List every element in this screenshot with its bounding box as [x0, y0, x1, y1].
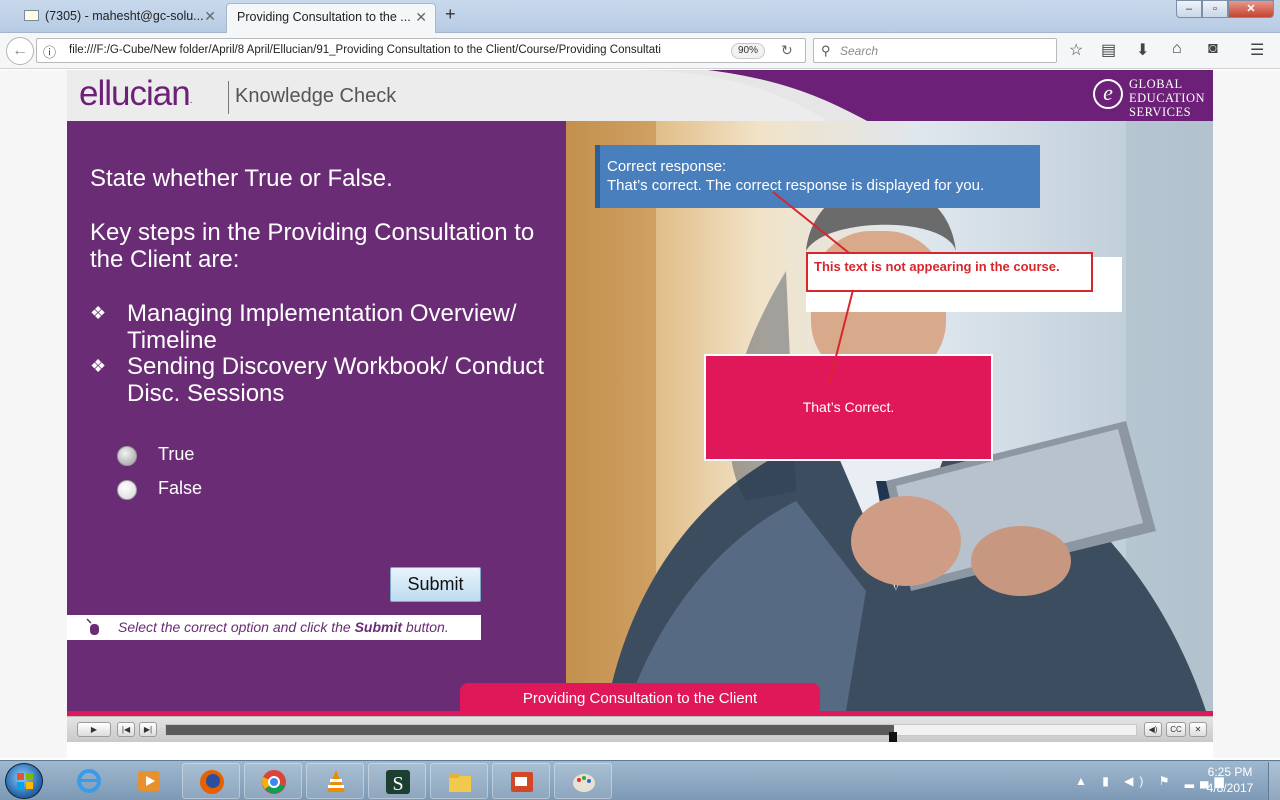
bullet-item: ❖ Sending Discovery Workbook/ Conduct Di… — [90, 353, 570, 407]
address-bar[interactable]: ⓘ file:///F:/G-Cube/New folder/April/8 A… — [36, 38, 806, 63]
callout-accent — [595, 145, 600, 208]
close-player-button[interactable]: ✕ — [1189, 722, 1207, 737]
reload-icon[interactable]: ↻ — [781, 42, 793, 59]
url-text[interactable]: file:///F:/G-Cube/New folder/April/8 Apr… — [69, 44, 709, 56]
ges-line-1: GLOBAL — [1129, 77, 1183, 91]
volume-icon[interactable]: ◀) — [1144, 722, 1162, 737]
correct-response-callout: Correct response: That’s correct. The co… — [595, 145, 1040, 208]
rewind-button[interactable]: |◀ — [117, 722, 135, 737]
correct-response-title: Correct response: — [607, 158, 727, 175]
search-input[interactable]: ⚲ Search — [813, 38, 1057, 63]
radio-false-label[interactable]: False — [158, 478, 202, 499]
paint-icon[interactable] — [554, 763, 612, 799]
scribe-icon[interactable]: S — [368, 763, 426, 799]
close-window-button[interactable]: ✕ — [1228, 0, 1274, 18]
course-header: ellucian. Knowledge Check e GLOBAL EDUCA… — [67, 70, 1213, 121]
question-prompt: Key steps in the Providing Consultation … — [90, 219, 535, 273]
menu-icon[interactable]: ☰ — [1250, 40, 1264, 60]
header-divider — [228, 81, 229, 114]
submit-button[interactable]: Submit — [390, 567, 481, 602]
bullet-text: Managing Implementation Overview/ Timeli… — [127, 300, 517, 354]
vlc-icon[interactable] — [306, 763, 364, 799]
closed-caption-button[interactable]: CC — [1166, 722, 1186, 737]
new-tab-button[interactable]: + — [445, 4, 456, 25]
tab-course-label: Providing Consultation to the ... — [237, 10, 411, 24]
radio-true[interactable] — [117, 446, 137, 466]
maximize-window-button[interactable]: ▫ — [1202, 0, 1228, 18]
pocket-icon[interactable]: ◙ — [1208, 40, 1218, 58]
mouse-icon — [86, 618, 99, 635]
logo-text: ellucian — [79, 74, 191, 113]
back-button[interactable]: ← — [6, 37, 34, 65]
home-icon[interactable]: ⌂ — [1172, 40, 1182, 58]
file-explorer-icon[interactable] — [430, 763, 488, 799]
internet-explorer-icon[interactable] — [60, 763, 116, 799]
start-button[interactable] — [5, 763, 43, 799]
progress-bar[interactable] — [165, 724, 1137, 736]
tab-close-icon[interactable]: ✕ — [204, 3, 216, 29]
forward-button[interactable]: ▶| — [139, 722, 157, 737]
hint-bold: Submit — [354, 619, 403, 635]
browser-tab-bar: (7305) - mahesht@gc-solu... ✕ Providing … — [0, 0, 1280, 33]
review-annotation-note: This text is not appearing in the course… — [806, 252, 1093, 292]
play-button[interactable]: ▶ — [77, 722, 111, 737]
player-controls: ▶ |◀ ▶| ◀) CC ✕ — [67, 716, 1213, 742]
hint-text: Select the correct option and click the … — [118, 619, 449, 635]
tab-email-label: (7305) - mahesht@gc-solu... — [45, 9, 204, 23]
mail-icon — [24, 10, 39, 21]
presentation-app-icon[interactable] — [492, 763, 550, 799]
svg-text:S: S — [392, 773, 403, 795]
diamond-bullet-icon: ❖ — [90, 356, 107, 376]
ges-line-3: SERVICES — [1129, 105, 1192, 119]
question-instruction: State whether True or False. — [90, 165, 393, 192]
instruction-hint-bar: Select the correct option and click the … — [67, 615, 481, 640]
bookmark-star-icon[interactable]: ☆ — [1069, 40, 1083, 60]
media-player-icon[interactable] — [120, 763, 176, 799]
correct-response-text: That’s correct. The correct response is … — [607, 177, 985, 194]
feedback-box: That’s Correct. — [704, 354, 993, 461]
bullet-item: ❖ Managing Implementation Overview/ Time… — [90, 300, 570, 354]
page-margin-right — [1213, 70, 1280, 758]
page-margin-left — [0, 70, 67, 758]
hint-prefix: Select the correct option and click the — [118, 619, 355, 635]
radio-true-label[interactable]: True — [158, 444, 194, 465]
course-player: ellucian. Knowledge Check e GLOBAL EDUCA… — [67, 70, 1213, 742]
info-icon[interactable]: ⓘ — [43, 42, 56, 61]
tab-email[interactable]: (7305) - mahesht@gc-solu... ✕ — [14, 3, 224, 33]
browser-nav-bar: ← ⓘ file:///F:/G-Cube/New folder/April/8… — [0, 33, 1280, 69]
tab-close-icon[interactable]: ✕ — [415, 4, 427, 30]
show-desktop-button[interactable] — [1268, 762, 1280, 800]
minimize-window-button[interactable]: – — [1176, 0, 1202, 18]
diamond-bullet-icon: ❖ — [90, 303, 107, 323]
question-panel: State whether True or False. Key steps i… — [67, 121, 566, 711]
system-clock[interactable]: 6:25 PM 4/8/2017 — [1190, 764, 1270, 796]
clock-time: 6:25 PM — [1207, 765, 1253, 779]
ellucian-logo: ellucian. — [79, 74, 192, 113]
ges-e-icon: e — [1093, 79, 1123, 109]
search-placeholder: Search — [840, 44, 879, 58]
windows-logo-icon — [17, 773, 33, 789]
radio-false[interactable] — [117, 480, 137, 500]
progress-fill — [166, 725, 894, 735]
tab-course[interactable]: Providing Consultation to the ... ✕ — [226, 3, 436, 33]
page-title: Knowledge Check — [235, 85, 397, 107]
global-education-services-logo: e GLOBAL EDUCATION SERVICES — [1089, 74, 1209, 119]
download-icon[interactable]: ⬇ — [1136, 40, 1149, 60]
reading-list-icon[interactable]: ▤ — [1101, 40, 1116, 60]
zoom-indicator[interactable]: 90% — [731, 43, 766, 59]
search-icon: ⚲ — [821, 43, 831, 58]
chrome-icon[interactable] — [244, 763, 302, 799]
progress-handle[interactable] — [888, 732, 897, 742]
ges-line-2: EDUCATION — [1129, 91, 1206, 105]
course-footer-title: Providing Consultation to the Client — [460, 683, 820, 713]
bullet-text: Sending Discovery Workbook/ Conduct Disc… — [127, 353, 545, 407]
hint-suffix: button. — [402, 619, 449, 635]
clock-date: 4/8/2017 — [1206, 781, 1254, 795]
firefox-icon[interactable] — [182, 763, 240, 799]
